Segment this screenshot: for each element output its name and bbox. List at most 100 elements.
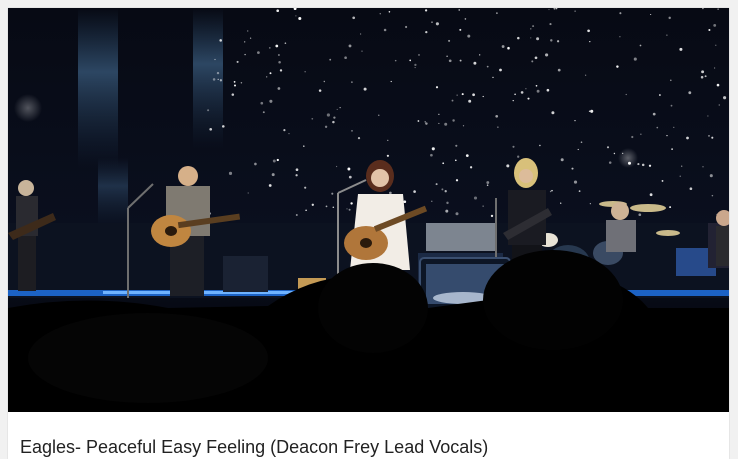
star [266,76,268,78]
star [520,91,524,94]
star [486,65,489,68]
star [571,167,574,170]
star [716,83,720,87]
star [323,80,326,83]
star [403,200,407,204]
star [329,58,332,61]
star [445,209,449,213]
star [669,206,672,209]
star [679,175,681,177]
star [551,189,553,192]
star [585,74,587,76]
star [656,126,659,129]
star [708,135,710,137]
star [679,47,683,51]
star [507,46,510,50]
star [637,163,640,166]
star [461,93,464,96]
star [275,44,279,48]
star [708,28,711,32]
star [499,68,502,72]
star [532,25,535,28]
star [723,96,727,100]
star [357,137,361,140]
star [456,94,458,96]
star [347,167,351,171]
star [658,94,661,96]
star [451,99,454,102]
star [619,12,622,15]
star [236,60,239,63]
star [707,115,709,117]
star [228,171,233,175]
star [472,93,475,97]
star [231,93,235,96]
star [534,56,538,60]
star [219,39,222,42]
star [336,108,338,110]
star [560,158,564,162]
star [276,158,279,162]
star [311,203,314,206]
star [587,29,590,33]
star [717,8,719,10]
star [284,42,287,44]
star [689,187,693,191]
star [616,65,619,68]
star [351,81,353,83]
star [549,23,552,26]
star [344,56,347,60]
star [348,44,352,48]
star [240,81,243,84]
star [318,89,322,92]
star [435,86,439,89]
star [304,71,306,73]
star [438,122,440,124]
star [455,212,459,216]
star [405,25,408,29]
star [536,37,540,41]
star [346,208,348,210]
star [479,54,481,56]
star [455,159,457,162]
star [490,214,494,218]
star [441,188,444,191]
star [219,79,223,82]
star [700,75,704,79]
star [276,9,280,13]
star [709,174,713,178]
star [514,93,516,96]
star [535,84,538,87]
star [278,60,281,64]
star [560,202,562,204]
video-player[interactable] [8,8,729,412]
star [464,18,467,20]
video-card[interactable]: Eagles- Peaceful Easy Feeling (Deacon Fr… [8,8,729,459]
star [268,47,271,49]
star [455,144,458,147]
star [459,28,462,31]
star [254,162,257,166]
star [670,104,673,107]
star [348,208,351,211]
star [424,9,428,12]
video-title[interactable]: Eagles- Peaceful Easy Feeling (Deacon Fr… [20,436,488,458]
star [386,154,390,157]
star [271,173,275,177]
star [442,162,445,165]
star [580,141,583,143]
star [495,114,499,118]
star [486,181,490,184]
star [269,72,272,75]
star [305,209,307,212]
star [649,193,653,197]
star [277,54,280,56]
star [701,70,705,74]
star [417,120,420,122]
star [326,113,330,117]
star [713,67,716,69]
star [686,136,689,140]
star [458,9,460,11]
star [431,147,435,151]
star [713,23,717,27]
